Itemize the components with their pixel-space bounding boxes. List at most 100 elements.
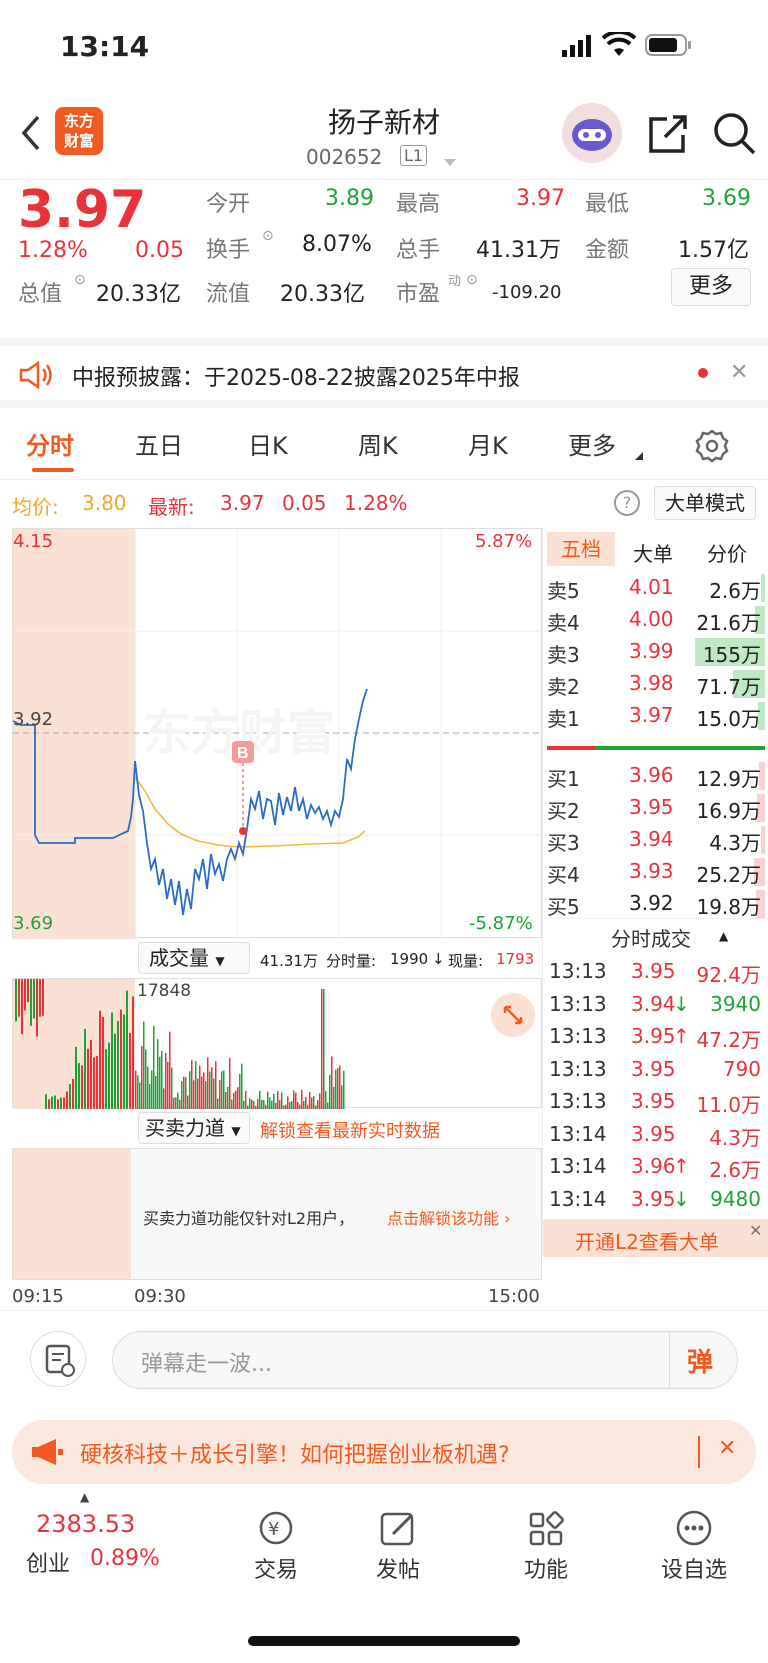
index-name: 创业 — [26, 1552, 71, 1577]
nav-functions[interactable]: 功能 — [496, 1508, 596, 1584]
ask-row[interactable]: 卖5 4.01 2.6万 — [543, 572, 765, 604]
bid-row[interactable]: 买3 3.94 4.3万 — [543, 824, 765, 856]
volume-bar — [155, 1075, 157, 1109]
help-icon[interactable]: ? — [614, 490, 640, 516]
close-icon[interactable]: ✕ — [730, 360, 748, 385]
share-icon[interactable] — [647, 113, 689, 159]
volume-bar — [72, 1078, 74, 1109]
bid-volume: 4.3万 — [709, 831, 761, 855]
close-icon[interactable]: ✕ — [718, 1436, 736, 1461]
trade-row: 13:13 3.94 ↓ 3940 — [543, 992, 765, 1024]
big-order-mode-button[interactable]: 大单模式 — [654, 486, 756, 520]
force-unlock-text: 点击解锁该功能 — [387, 1209, 500, 1228]
force-header: 买卖力道 ▼ 解锁查看最新实时数据 — [12, 1110, 542, 1146]
bid-row[interactable]: 买1 3.96 12.9万 — [543, 760, 765, 792]
nav-trade[interactable]: ¥ 交易 — [226, 1508, 326, 1584]
danmaku-send-button[interactable]: 弹 — [687, 1342, 713, 1379]
note-icon[interactable] — [30, 1331, 86, 1387]
volume-bar — [315, 1105, 317, 1109]
volume-bar — [201, 1076, 203, 1109]
bid-volume: 12.9万 — [696, 767, 761, 791]
turnover-value: 8.07% — [302, 232, 372, 257]
ob-tab-five[interactable]: 五档 — [547, 532, 615, 566]
volume-bar — [84, 1028, 86, 1109]
search-icon[interactable] — [712, 111, 756, 159]
volume-bar — [331, 1056, 333, 1109]
collapse-icon[interactable]: ▲ — [719, 929, 728, 943]
notice-bar[interactable]: 中报预披露：于2025-08-22披露2025年中报 ✕ — [0, 338, 768, 408]
bid-price: 3.92 — [629, 891, 674, 915]
level-badge[interactable]: L1 — [400, 145, 428, 166]
force-unlock-button[interactable]: 点击解锁该功能 › — [387, 1205, 511, 1229]
notice-text: 中报预披露：于2025-08-22披露2025年中报 — [72, 366, 520, 391]
trade-price: 3.95 — [631, 1186, 676, 1211]
info-icon[interactable]: ⊙ — [262, 228, 274, 244]
volume-bar — [255, 1105, 257, 1109]
robot-assistant-icon[interactable] — [562, 103, 622, 163]
tab-monthly-k[interactable]: 月K — [468, 426, 508, 461]
bid-row[interactable]: 买5 3.92 19.8万 — [543, 888, 765, 920]
expand-icon[interactable] — [491, 993, 535, 1037]
volume-bar — [165, 1052, 167, 1109]
nav-post[interactable]: 发帖 — [348, 1508, 448, 1584]
bid-row[interactable]: 买2 3.95 16.9万 — [543, 792, 765, 824]
tab-daily-k[interactable]: 日K — [248, 426, 288, 461]
more-button[interactable]: 更多 — [671, 268, 751, 306]
force-unlock-link[interactable]: 解锁查看最新实时数据 — [260, 1117, 440, 1143]
volume-bar — [337, 1068, 339, 1109]
status-time: 13:14 — [60, 30, 150, 63]
gear-icon[interactable] — [694, 428, 730, 468]
promo-banner[interactable]: 硬核科技＋成长引擎！如何把握创业板机遇? ✕ — [12, 1420, 756, 1484]
tab-five-day[interactable]: 五日 — [135, 426, 183, 461]
comment-input[interactable]: 弹幕走一波... 弹 — [112, 1331, 738, 1389]
tab-intraday[interactable]: 分时 — [26, 426, 74, 461]
volume-bar — [39, 979, 41, 1017]
volume-bar — [209, 1071, 211, 1109]
intraday-chart[interactable]: 东方财富 B 4.15 3.92 3.69 5.87% -5.87% — [12, 528, 543, 939]
ask-row[interactable]: 卖4 4.00 21.6万 — [543, 604, 765, 636]
volume-bar — [117, 1021, 119, 1109]
close-icon[interactable]: ✕ — [749, 1221, 762, 1240]
volume-selector[interactable]: 成交量 ▼ — [138, 942, 250, 974]
volume-bar — [126, 990, 128, 1109]
force-selector[interactable]: 买卖力道 ▼ — [138, 1112, 250, 1144]
volume-bar — [237, 1087, 239, 1109]
info-icon[interactable]: ⊙ — [466, 272, 478, 288]
ask-volume: 71.7万 — [696, 675, 761, 699]
tab-weekly-k[interactable]: 周K — [358, 426, 398, 461]
ask-row[interactable]: 卖3 3.99 155万 — [543, 636, 765, 668]
tab-more[interactable]: 更多 — [568, 426, 616, 461]
info-icon[interactable]: ⊙ — [74, 272, 86, 288]
volume-bar — [139, 1082, 141, 1109]
volume-bar — [33, 979, 35, 1019]
l2-banner[interactable]: 开通L2查看大单 ✕ — [543, 1219, 768, 1257]
volume-bar — [213, 1078, 215, 1109]
volume-bar — [235, 1090, 237, 1109]
index-value[interactable]: 2383.53 — [36, 1510, 135, 1538]
trade-icon: ¥ — [259, 1511, 293, 1545]
nav-watchlist[interactable]: 设自选 — [644, 1508, 744, 1584]
force-selector-label: 买卖力道 — [145, 1116, 225, 1140]
volume-bar — [99, 1010, 101, 1109]
ob-tab-price[interactable]: 分价 — [707, 538, 747, 567]
ask-list: 卖5 4.01 2.6万 卖4 4.00 21.6万 卖3 3.99 155万 卖2 3.98 71.… — [543, 572, 768, 732]
volume-bar — [143, 1021, 145, 1109]
amount-label: 金额 — [585, 238, 630, 263]
divider — [698, 1436, 700, 1468]
trade-list: 分时成交 ▲ 13:13 3.95 92.4万 13:13 3.94 ↓ 3940 13:13… — [542, 918, 768, 1257]
volume-bar — [54, 1095, 56, 1109]
ask-price: 3.97 — [629, 703, 674, 727]
ob-tab-big[interactable]: 大单 — [633, 538, 673, 567]
fs-vol-label: 分时量: — [326, 952, 377, 970]
low-value: 3.69 — [702, 186, 751, 211]
dropdown-icon[interactable] — [443, 153, 457, 172]
high-label: 最高 — [396, 192, 441, 217]
ask-row[interactable]: 卖1 3.97 15.0万 — [543, 700, 765, 732]
volume-peak-label: 17848 — [137, 981, 192, 1001]
volume-bar — [60, 1097, 62, 1109]
period-tabs: 分时 五日 日K 周K 月K 更多 — [0, 408, 768, 480]
bid-row[interactable]: 买4 3.93 25.2万 — [543, 856, 765, 888]
ask-row[interactable]: 卖2 3.98 71.7万 — [543, 668, 765, 700]
volume-bar — [187, 1095, 189, 1109]
volume-bar — [30, 979, 32, 1026]
